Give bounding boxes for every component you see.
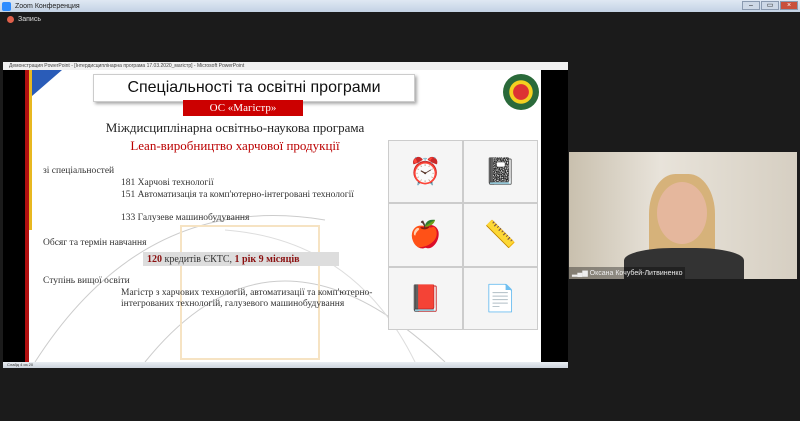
degree-badge: ОС «Магістр» <box>183 100 303 116</box>
video-face <box>657 182 707 244</box>
resting-figure-icon: 📄 <box>464 267 537 329</box>
record-icon <box>7 16 14 23</box>
notebook-figure-icon: 📓 <box>464 141 537 203</box>
spec-label: зі спеціальностей <box>43 166 115 176</box>
app-titlebar: Zoom Конференция – ▭ × <box>0 0 800 12</box>
specialty-item: 133 Галузеве машинобудування <box>121 213 250 223</box>
specialty-item: 181 Харчові технології <box>121 178 214 188</box>
apple-figure-icon: 🍎 <box>389 204 462 266</box>
program-heading: Міждисциплінарна освітньо-наукова програ… <box>105 120 365 135</box>
credits-line: 120 кредитів ЄКТС, 1 рік 9 місяців <box>147 254 300 265</box>
shared-screen: Демонстрация PowerPoint - [Інтердисциплі… <box>3 62 568 368</box>
participant-video[interactable]: ▂▄▆ Оксана Кочубей-Литвиненко <box>569 152 797 279</box>
slide: Спеціальності та освітні програми ОС «Ма… <box>25 70 541 362</box>
reading-figure-icon: 📕 <box>389 267 462 329</box>
duration: 1 рік 9 місяців <box>234 254 300 265</box>
specialty-item: 151 Автоматизація та комп'ютерно-інтегро… <box>121 190 354 200</box>
program-name: Lean-виробництво харчової продукції <box>130 138 340 153</box>
illustration-grid: ⏰ 📓 🍎 📏 📕 📄 <box>388 140 538 330</box>
university-logo <box>503 74 539 110</box>
tape-figure-icon: 📏 <box>464 204 537 266</box>
clock-figure-icon: ⏰ <box>389 141 462 203</box>
zoom-logo-icon <box>2 1 11 11</box>
ppt-window-title: Демонстрация PowerPoint - [Інтердисциплі… <box>3 62 568 70</box>
slide-title: Спеціальності та освітні програми <box>93 74 415 102</box>
participant-name: ▂▄▆ Оксана Кочубей-Литвиненко <box>569 267 686 279</box>
restore-button[interactable]: ▭ <box>761 1 779 10</box>
participant-name-text: Оксана Кочубей-Литвиненко <box>589 270 683 277</box>
degree-label: Ступінь вищої освіти <box>43 276 130 286</box>
decor-blue-corner <box>32 70 62 96</box>
credits-number: 120 <box>147 254 162 265</box>
degree-text: Магістр з харчових технологій, автоматиз… <box>121 288 373 309</box>
close-button[interactable]: × <box>780 1 798 10</box>
signal-icon: ▂▄▆ <box>572 270 590 277</box>
recording-indicator[interactable]: Запись <box>7 16 41 23</box>
app-title: Zoom Конференция <box>15 2 80 10</box>
minimize-button[interactable]: – <box>742 1 760 10</box>
volume-label: Обсяг та термін навчання <box>43 238 147 248</box>
ppt-statusbar: Слайд 4 из 20 <box>3 362 568 368</box>
credits-text: кредитів ЄКТС, <box>162 254 235 265</box>
recording-label: Запись <box>18 16 41 23</box>
